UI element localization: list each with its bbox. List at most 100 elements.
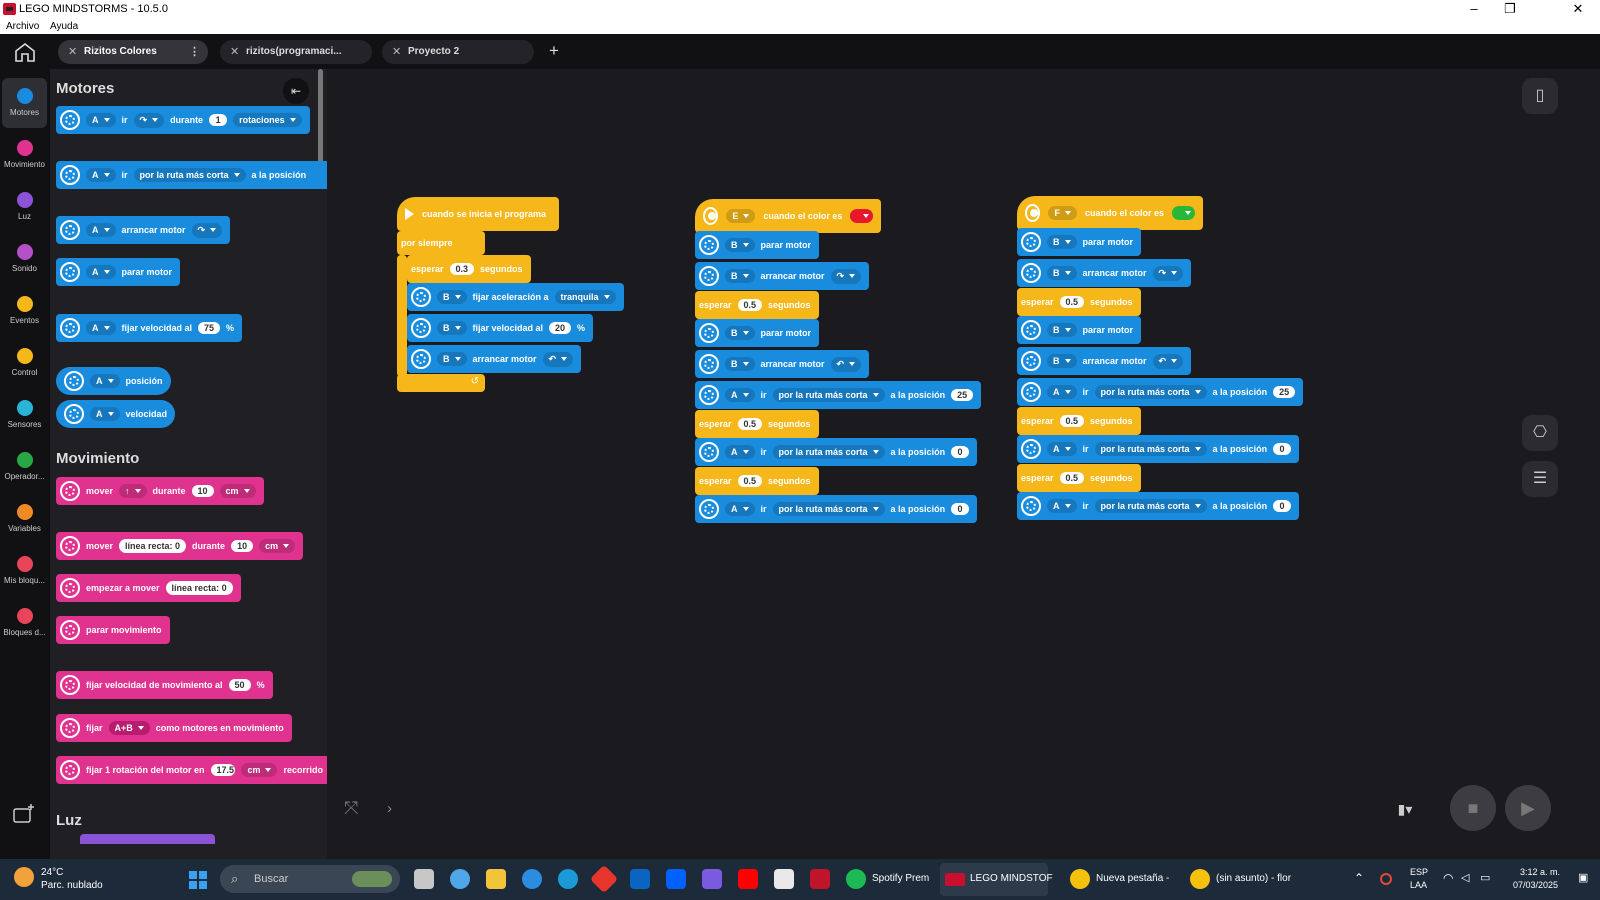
value-input[interactable]: 17.5 [210, 764, 236, 776]
value-input[interactable]: 0 [1273, 443, 1292, 455]
value-input[interactable]: 75 [198, 322, 221, 334]
value-input[interactable]: 10 [231, 540, 254, 552]
youtube-icon[interactable] [738, 869, 758, 889]
notification-icon[interactable]: ▣ [1578, 871, 1588, 884]
route-dropdown[interactable]: por la ruta más corta [1094, 385, 1207, 399]
fit-to-screen-icon[interactable]: ⤧ [344, 798, 358, 819]
value-input[interactable]: 25 [951, 389, 974, 401]
block-wait[interactable]: esperar 0.5 segundos [695, 410, 819, 438]
block-stop-motor[interactable]: B parar motor [1017, 228, 1142, 256]
value-input[interactable]: 10 [191, 485, 214, 497]
port-dropdown[interactable]: A [86, 113, 116, 127]
port-dropdown[interactable]: B [1047, 323, 1077, 337]
category-eventos[interactable]: Eventos [2, 286, 47, 336]
category-sonido[interactable]: Sonido [2, 234, 47, 284]
copilot-icon[interactable] [450, 869, 470, 889]
value-input[interactable]: 0.3 [449, 263, 475, 275]
category-variables[interactable]: Variables [2, 494, 47, 544]
chrome-icon[interactable] [1190, 869, 1210, 889]
gamepad-icon[interactable]: ⎔ [1522, 415, 1558, 451]
port-dropdown[interactable]: A [86, 223, 116, 237]
port-dropdown[interactable]: A [86, 168, 116, 182]
port-dropdown[interactable]: B [437, 352, 467, 366]
unit-dropdown[interactable]: cm [259, 539, 296, 553]
taskbar-search[interactable]: ⌕ Buscar [220, 865, 400, 893]
block-go-to-position[interactable]: A ir por la ruta más corta a la posición… [695, 381, 982, 409]
value-input[interactable]: 0 [951, 446, 970, 458]
add-extension-icon[interactable] [12, 803, 36, 825]
block-forever[interactable]: por siempre [397, 231, 485, 255]
direction-dropdown[interactable]: ↷ [830, 268, 862, 284]
port-dropdown[interactable]: B [437, 290, 467, 304]
block-set-movement-motors[interactable]: fijar A+B como motores en movimiento [56, 714, 292, 742]
chrome-icon[interactable] [1070, 869, 1090, 889]
direction-dropdown[interactable]: ↶ [542, 351, 574, 367]
port-dropdown[interactable]: B [1047, 354, 1077, 368]
block-wait[interactable]: esperar 0.3 segundos [407, 255, 531, 283]
weather-icon[interactable] [14, 867, 34, 887]
block-stop-motor[interactable]: B parar motor [695, 231, 820, 259]
taskbar-chrome-label[interactable]: Nueva pestaña - [1096, 873, 1169, 884]
route-dropdown[interactable]: por la ruta más corta [1094, 499, 1207, 513]
edge-icon[interactable] [558, 869, 578, 889]
block-light-partial[interactable] [80, 834, 215, 844]
value-input[interactable]: 0 [951, 503, 970, 515]
acceleration-dropdown[interactable]: tranquila [554, 290, 616, 304]
block-start-motor[interactable]: B arrancar motor ↷ [1017, 259, 1192, 287]
block-go-to-position[interactable]: A ir por la ruta más corta a la posición… [1017, 435, 1300, 463]
category-bloques-de-extension[interactable]: Bloques d... [2, 598, 47, 648]
dropbox-icon[interactable] [666, 869, 686, 889]
block-go-to-position[interactable]: A ir por la ruta más corta a la posición… [1017, 492, 1300, 520]
block-go-to-position[interactable]: A ir por la ruta más corta a la posición… [695, 495, 978, 523]
block-set-speed[interactable]: B fijar velocidad al 20 % [407, 314, 594, 342]
file-explorer-icon[interactable] [486, 869, 506, 889]
route-dropdown[interactable]: por la ruta más corta [772, 502, 885, 516]
port-dropdown[interactable]: A [90, 374, 120, 388]
clock-date[interactable]: 07/03/2025 [1513, 880, 1558, 890]
block-move-for[interactable]: mover ↑ durante 10 cm [56, 477, 264, 505]
block-wait[interactable]: esperar 0.5 segundos [1017, 407, 1141, 435]
category-sensores[interactable]: Sensores [2, 390, 47, 440]
close-tab-icon[interactable]: ✕ [68, 40, 77, 64]
close-tab-icon[interactable]: ✕ [230, 40, 239, 64]
unit-dropdown[interactable]: cm [219, 484, 256, 498]
expand-console-icon[interactable]: › [387, 800, 392, 817]
block-motor-position[interactable]: A posición [56, 367, 171, 395]
port-dropdown[interactable]: A [86, 265, 116, 279]
block-start-motor[interactable]: B arrancar motor ↶ [407, 345, 582, 373]
language-code[interactable]: ESP [1410, 867, 1428, 877]
direction-dropdown[interactable]: ↷ [133, 112, 165, 128]
value-input[interactable]: 25 [1273, 386, 1296, 398]
menu-ayuda[interactable]: Ayuda [50, 21, 78, 32]
block-start-motor[interactable]: B arrancar motor ↷ [695, 262, 870, 290]
value-input[interactable]: 0.5 [737, 299, 763, 311]
wifi-icon[interactable]: ◠ [1443, 871, 1453, 885]
task-view-icon[interactable] [414, 869, 434, 889]
block-motor-go-to-position[interactable]: A ir por la ruta más corta a la posición [56, 161, 327, 189]
block-go-to-position[interactable]: A ir por la ruta más corta a la posición… [1017, 378, 1304, 406]
direction-dropdown[interactable]: ↷ [191, 222, 223, 238]
unit-dropdown[interactable]: cm [241, 763, 278, 777]
category-motores[interactable]: Motores [2, 78, 47, 128]
taskbar-lego-active[interactable]: LEGO MINDSTOF [940, 863, 1053, 896]
block-motor-start[interactable]: A arrancar motor ↷ [56, 216, 231, 244]
port-dropdown[interactable]: A [725, 502, 755, 516]
port-dropdown[interactable]: B [725, 238, 755, 252]
value-input[interactable]: 0.5 [1059, 296, 1085, 308]
category-mis-bloques[interactable]: Mis bloqu... [2, 546, 47, 596]
value-input[interactable]: 50 [228, 679, 251, 691]
block-wait[interactable]: esperar 0.5 segundos [1017, 464, 1141, 492]
route-dropdown[interactable]: por la ruta más corta [772, 388, 885, 402]
value-input[interactable]: 0 [1273, 500, 1292, 512]
port-dropdown[interactable]: B [725, 269, 755, 283]
knowledge-base-icon[interactable]: ☰ [1522, 461, 1558, 497]
keyboard-layout[interactable]: LAA [1410, 880, 1427, 890]
value-input[interactable]: 0.5 [737, 475, 763, 487]
block-set-rotation-distance[interactable]: fijar 1 rotación del motor en 17.5 cm re… [56, 756, 327, 784]
category-movimiento[interactable]: Movimiento [2, 130, 47, 180]
outlook-icon[interactable] [630, 869, 650, 889]
port-dropdown[interactable]: A [1047, 499, 1077, 513]
port-dropdown[interactable]: B [1047, 235, 1077, 249]
tab-menu-icon[interactable]: ⋮ [189, 40, 200, 64]
close-window-button[interactable]: ✕ [1560, 0, 1596, 19]
